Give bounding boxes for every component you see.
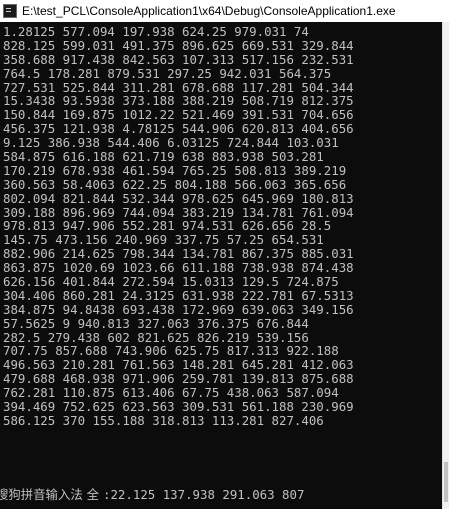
console-line: 707.75 857.688 743.906 625.75 817.313 92… <box>3 343 339 359</box>
console-line: 358.688 917.438 842.563 107.313 517.156 … <box>3 51 354 67</box>
console-line: 586.125 370 155.188 318.813 113.281 827.… <box>3 412 324 428</box>
console-line: 309.188 896.969 744.094 383.219 134.781 … <box>3 204 354 220</box>
scrollbar-thumb[interactable] <box>444 462 448 502</box>
console-line: 304.406 860.281 24.3125 631.938 222.781 … <box>3 287 354 303</box>
console-line: 978.813 947.906 552.281 974.531 626.656 … <box>3 218 332 234</box>
title-bar[interactable]: E:\test_PCL\ConsoleApplication1\x64\Debu… <box>0 0 449 22</box>
ime-status-text: 搜狗拼音输入法 全 <box>0 487 104 502</box>
vertical-scrollbar[interactable] <box>442 22 449 509</box>
console-line: 15.3438 93.5938 373.188 388.219 508.719 … <box>3 93 354 109</box>
console-line: 282.5 279.438 602 821.625 826.219 539.15… <box>3 329 309 345</box>
console-line: 764.5 178.281 879.531 297.25 942.031 564… <box>3 65 332 81</box>
console-line: 479.688 468.938 971.906 259.781 139.813 … <box>3 371 354 387</box>
console-line: 584.875 616.188 621.719 638 883.938 503.… <box>3 149 324 165</box>
console-line: 9.125 386.938 544.406 6.03125 724.844 10… <box>3 135 339 151</box>
console-line: 1.28125 577.094 197.938 624.25 979.031 7… <box>3 24 309 39</box>
console-line: 384.875 94.8438 693.438 172.969 639.063 … <box>3 301 354 317</box>
console-line: 496.563 210.281 761.563 148.281 645.281 … <box>3 357 354 373</box>
console-line: 57.5625 9 940.813 327.063 376.375 676.84… <box>3 315 309 331</box>
console-line: 863.875 1020.69 1023.66 611.188 738.938 … <box>3 260 354 276</box>
console-line: 727.531 525.844 311.281 678.688 117.281 … <box>3 79 354 95</box>
console-line: 394.469 752.625 623.563 309.531 561.188 … <box>3 399 354 415</box>
console-line: 360.563 58.4063 622.25 804.188 566.063 3… <box>3 176 347 192</box>
console-line: 150.844 169.875 1012.22 521.469 391.531 … <box>3 107 354 123</box>
console-window: E:\test_PCL\ConsoleApplication1\x64\Debu… <box>0 0 449 509</box>
partial-output-line: :22.125 137.938 291.063 807 <box>103 487 305 502</box>
console-lines: 1.28125 577.094 197.938 624.25 979.031 7… <box>3 25 354 428</box>
console-app-icon <box>3 4 17 18</box>
console-line: 828.125 599.031 491.375 896.625 669.531 … <box>3 37 354 53</box>
console-line: 802.094 821.844 532.344 978.625 645.969 … <box>3 190 354 206</box>
window-title: E:\test_PCL\ConsoleApplication1\x64\Debu… <box>22 4 396 18</box>
console-line: 626.156 401.844 272.594 15.0313 129.5 72… <box>3 274 339 290</box>
ime-status-line: 搜狗拼音输入法 全 :22.125 137.938 291.063 807 <box>0 488 304 502</box>
console-line: 882.906 214.625 798.344 134.781 867.375 … <box>3 246 354 262</box>
console-line: 762.281 110.875 613.406 67.75 438.063 58… <box>3 385 339 401</box>
console-line: 456.375 121.938 4.78125 544.906 620.813 … <box>3 121 354 137</box>
console-line: 145.75 473.156 240.969 337.75 57.25 654.… <box>3 232 324 248</box>
console-output-area[interactable]: 1.28125 577.094 197.938 624.25 979.031 7… <box>0 22 442 509</box>
console-line: 170.219 678.938 461.594 765.25 508.813 3… <box>3 162 347 178</box>
